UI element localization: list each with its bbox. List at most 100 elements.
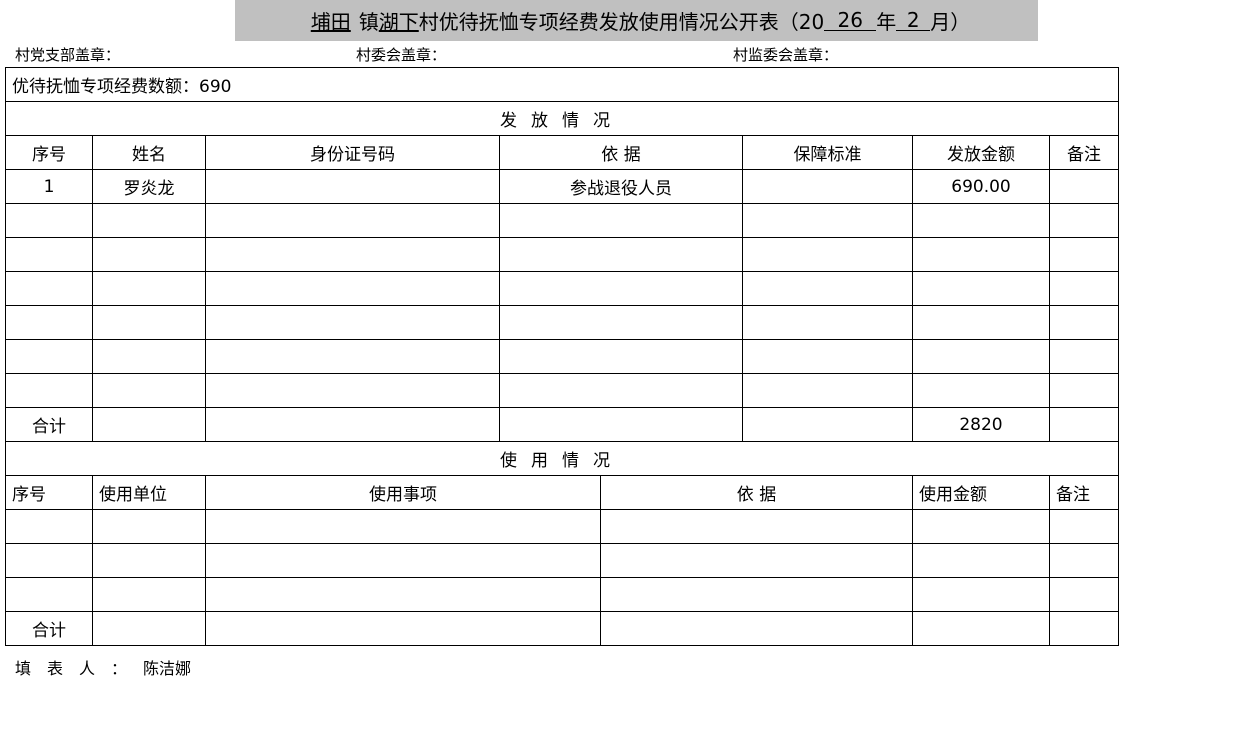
- row-id: [205, 305, 500, 340]
- row-amount: [912, 237, 1050, 272]
- row-standard: [742, 203, 913, 238]
- usage-row-remark: [1048, 543, 1120, 578]
- title-village: 湖下: [378, 10, 419, 34]
- usage-col-header-basis: 依 据: [600, 475, 913, 510]
- row-standard: [742, 373, 913, 408]
- usage-total-item-empty: [205, 611, 601, 646]
- usage-row-amount: [912, 543, 1050, 578]
- row-id: [205, 169, 500, 204]
- row-no: [5, 373, 93, 408]
- row-basis: [499, 237, 743, 272]
- row-basis: [499, 203, 743, 238]
- form-filler: 填表人：陈洁娜: [15, 655, 191, 679]
- row-basis: [499, 305, 743, 340]
- usage-total-basis-empty: [600, 611, 913, 646]
- row-basis: [499, 339, 743, 374]
- row-standard: [742, 305, 913, 340]
- row-no: [5, 271, 93, 306]
- row-no: [5, 305, 93, 340]
- row-amount: 690.00: [912, 169, 1050, 204]
- distribution-row: [5, 373, 1120, 408]
- row-remark: [1048, 271, 1120, 306]
- usage-row: [5, 577, 1120, 612]
- row-remark: [1048, 339, 1120, 374]
- fund-disclosure-table: 优待抚恤专项经费数额：690 发放情况 序号 姓名 身份证号码 依 据 保障标准…: [4, 67, 1120, 646]
- usage-row: [5, 509, 1120, 544]
- col-header-basis: 依 据: [499, 135, 743, 170]
- distribution-row: [5, 305, 1120, 340]
- row-name: [92, 305, 206, 340]
- total-standard-empty: [742, 407, 913, 442]
- usage-row-basis: [600, 509, 913, 544]
- col-header-remark: 备注: [1048, 135, 1120, 170]
- usage-row-item: [205, 577, 601, 612]
- row-amount: [912, 373, 1050, 408]
- row-remark: [1048, 305, 1120, 340]
- usage-col-header-unit: 使用单位: [92, 475, 206, 510]
- title-year-label: 年: [876, 10, 897, 34]
- page-title: 埔田 镇 湖下 村优待抚恤专项经费发放使用情况公开表（20 26 年 2 月）: [235, 0, 1038, 41]
- usage-row-no: [5, 543, 93, 578]
- total-label: 合计: [5, 407, 93, 442]
- usage-row-unit: [92, 543, 206, 578]
- usage-row-unit: [92, 509, 206, 544]
- row-no: [5, 203, 93, 238]
- row-id: [205, 339, 500, 374]
- row-basis: [499, 373, 743, 408]
- usage-section-title: 使用情况: [4, 441, 1120, 476]
- row-basis: [499, 271, 743, 306]
- filler-name: 陈洁娜: [143, 659, 192, 678]
- col-header-no: 序号: [5, 135, 93, 170]
- row-amount: [912, 339, 1050, 374]
- row-name: [92, 339, 206, 374]
- usage-row-basis: [600, 577, 913, 612]
- distribution-section-title: 发放情况: [4, 101, 1120, 136]
- total-basis-empty: [499, 407, 743, 442]
- row-id: [205, 271, 500, 306]
- usage-col-header-no: 序号: [5, 475, 93, 510]
- fund-amount: 优待抚恤专项经费数额：690: [4, 67, 1120, 102]
- row-remark: [1048, 169, 1120, 204]
- row-name: [92, 373, 206, 408]
- row-remark: [1048, 373, 1120, 408]
- row-basis: 参战退役人员: [499, 169, 743, 204]
- row-no: 1: [5, 169, 93, 204]
- row-id: [205, 237, 500, 272]
- filler-label: 填表人：: [15, 659, 144, 678]
- title-town-suffix: 镇: [358, 10, 379, 34]
- row-standard: [742, 169, 913, 204]
- total-amount: 2820: [912, 407, 1050, 442]
- row-standard: [742, 237, 913, 272]
- usage-row-item: [205, 509, 601, 544]
- party-branch-seal-label: 村党支部盖章：: [15, 46, 121, 64]
- total-name-empty: [92, 407, 206, 442]
- usage-col-header-amount: 使用金额: [912, 475, 1050, 510]
- distribution-row: [5, 203, 1120, 238]
- row-standard: [742, 271, 913, 306]
- col-header-amount: 发放金额: [912, 135, 1050, 170]
- usage-row-item: [205, 543, 601, 578]
- distribution-total-row: 合计 2820: [5, 407, 1120, 442]
- usage-row: [5, 543, 1120, 578]
- row-amount: [912, 271, 1050, 306]
- distribution-row: [5, 339, 1120, 374]
- row-name: [92, 203, 206, 238]
- row-id: [205, 203, 500, 238]
- usage-total-amount-empty: [912, 611, 1050, 646]
- title-month-label: 月）: [930, 10, 971, 34]
- total-id-empty: [205, 407, 500, 442]
- usage-row-remark: [1048, 509, 1120, 544]
- distribution-header-row: 序号 姓名 身份证号码 依 据 保障标准 发放金额 备注: [5, 135, 1120, 170]
- col-header-standard: 保障标准: [742, 135, 913, 170]
- row-no: [5, 237, 93, 272]
- usage-col-header-item: 使用事项: [205, 475, 601, 510]
- usage-col-header-remark: 备注: [1048, 475, 1120, 510]
- total-remark-empty: [1048, 407, 1120, 442]
- title-town: 埔田: [310, 10, 351, 34]
- usage-row-amount: [912, 509, 1050, 544]
- row-standard: [742, 339, 913, 374]
- title-year: 26: [824, 10, 877, 31]
- usage-row-unit: [92, 577, 206, 612]
- distribution-row: [5, 237, 1120, 272]
- row-id: [205, 373, 500, 408]
